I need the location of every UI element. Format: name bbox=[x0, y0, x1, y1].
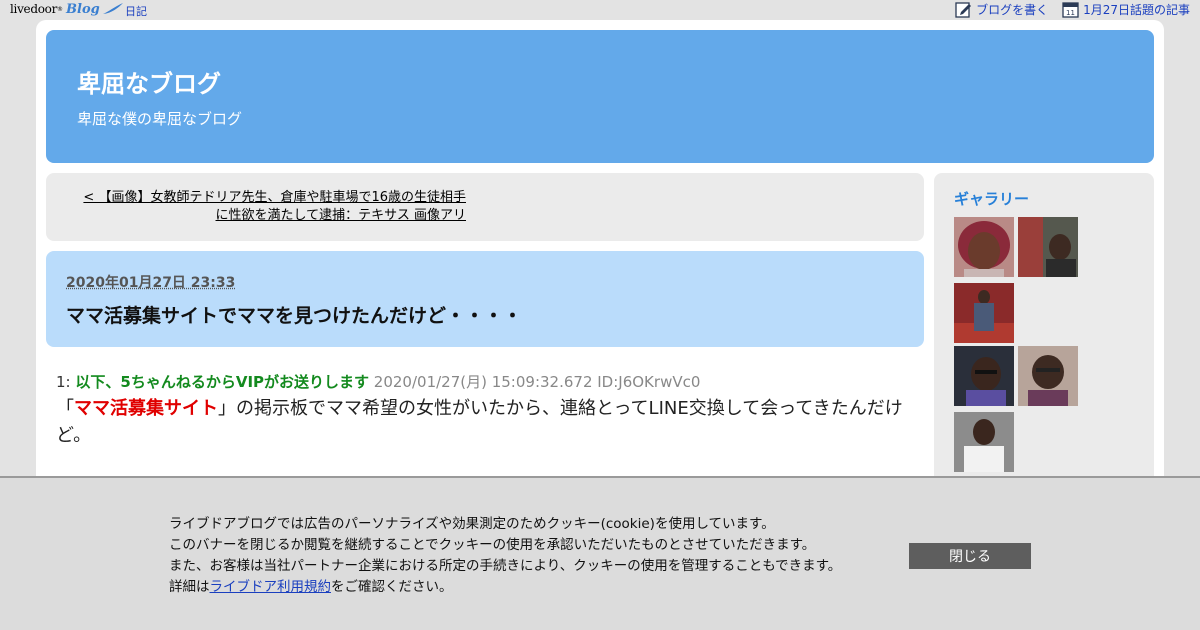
topic-articles-label: 1月27日話題の記事 bbox=[1083, 3, 1190, 17]
blog-header: 卑屈なブログ 卑屈な僕の卑屈なブログ bbox=[46, 30, 1154, 163]
gallery-thumb-3[interactable] bbox=[954, 283, 1014, 343]
write-blog-label: ブログを書く bbox=[976, 3, 1049, 17]
article-title: ママ活募集サイトでママを見つけたんだけど・・・・ bbox=[66, 305, 523, 327]
pencil-note-icon bbox=[955, 2, 972, 18]
portrait-glasses-car-icon bbox=[954, 346, 1014, 406]
calendar-icon: 11 bbox=[1062, 2, 1079, 18]
cookie-line-2: このバナーを閉じるか閲覧を継続することでクッキーの使用を承認いただいたものとさせ… bbox=[169, 537, 816, 553]
nav-diary-link[interactable]: 日記 bbox=[125, 3, 147, 19]
logo-swoosh-icon bbox=[102, 3, 123, 14]
article-header: 2020年01月27日 23:33 ママ活募集サイトでママを見つけたんだけど・・… bbox=[46, 251, 924, 347]
cookie-notice-text: ライブドアブログでは広告のパーソナライズや効果測定のためクッキー(cookie)… bbox=[169, 514, 841, 598]
portrait-red-hair-icon bbox=[954, 217, 1014, 277]
post-body: 「ママ活募集サイト」の掲示板でママ希望の女性がいたから、連絡とってLINE交換し… bbox=[56, 395, 916, 449]
cookie-line-3: また、お客様は当社パートナー企業における所定の手続きにより、クッキーの使用を管理… bbox=[169, 558, 842, 574]
cookie-line-1: ライブドアブログでは広告のパーソナライズや効果測定のためクッキー(cookie)… bbox=[169, 516, 775, 532]
post-timestamp-id: 2020/01/27(月) 15:09:32.672 ID:J6OKrwVc0 bbox=[373, 373, 701, 391]
top-bar: livedoor ® Blog 日記 ブログを書く 11 1月27日話題の記事 bbox=[0, 0, 1200, 20]
previous-article-line2: に性欲を満たして逮捕：テキサス 画像アリ bbox=[215, 208, 466, 223]
article-date[interactable]: 2020年01月27日 23:33 bbox=[66, 272, 235, 292]
logo-livedoor-text: livedoor bbox=[10, 2, 58, 16]
previous-article-link[interactable]: < 【画像】女教師テドリア先生、倉庫や駐車場で16歳の生徒相手 に性欲を満たして… bbox=[60, 189, 466, 225]
blog-title[interactable]: 卑屈なブログ bbox=[77, 64, 221, 99]
logo-registered-mark: ® bbox=[57, 5, 64, 13]
poster-name: 以下、5ちゃんねるからVIPがお送りします bbox=[75, 373, 370, 391]
post-body-open-bracket: 「 bbox=[56, 398, 74, 419]
terms-of-use-link[interactable]: ライブドア利用規約 bbox=[210, 579, 332, 595]
previous-article-nav: < 【画像】女教師テドリア先生、倉庫や駐車場で16歳の生徒相手 に性欲を満たして… bbox=[46, 173, 924, 241]
portrait-glasses-icon bbox=[1018, 346, 1078, 406]
cookie-line-4: 詳細はライブドア利用規約をご確認ください。 bbox=[169, 577, 841, 598]
blog-description: 卑屈な僕の卑屈なブログ bbox=[77, 110, 243, 128]
post-meta: 1: 以下、5ちゃんねるからVIPがお送りします 2020/01/27(月) 1… bbox=[56, 371, 700, 392]
portrait-white-shirt-icon bbox=[954, 412, 1014, 472]
top-right-links: ブログを書く 11 1月27日話題の記事 bbox=[955, 1, 1190, 18]
previous-article-line1: < 【画像】女教師テドリア先生、倉庫や駐車場で16歳の生徒相手 bbox=[83, 190, 466, 205]
gallery-thumb-5[interactable] bbox=[1018, 346, 1078, 406]
post-highlight: ママ活募集サイト bbox=[74, 398, 218, 419]
livedoor-blog-logo[interactable]: livedoor ® Blog bbox=[10, 0, 124, 18]
gallery-thumb-2[interactable] bbox=[1018, 217, 1078, 277]
calendar-day-number: 11 bbox=[1066, 9, 1075, 17]
topic-articles-link[interactable]: 11 1月27日話題の記事 bbox=[1062, 1, 1190, 18]
gallery-thumb-1[interactable] bbox=[954, 217, 1014, 277]
gallery-title: ギャラリー bbox=[954, 190, 1030, 208]
logo-blog-text: Blog bbox=[66, 1, 100, 17]
cookie-banner: ライブドアブログでは広告のパーソナライズや効果測定のためクッキー(cookie)… bbox=[0, 476, 1200, 630]
portrait-full-body-icon bbox=[954, 283, 1014, 343]
gallery-thumb-6[interactable] bbox=[954, 412, 1014, 472]
cookie-line-4-prefix: 詳細は bbox=[169, 579, 210, 595]
portrait-pair-icon bbox=[1018, 217, 1078, 277]
cookie-line-4-suffix: をご確認ください。 bbox=[331, 579, 453, 595]
post-number: 1: bbox=[56, 373, 71, 391]
cookie-close-button[interactable]: 閉じる bbox=[909, 543, 1031, 569]
write-blog-link[interactable]: ブログを書く bbox=[955, 1, 1048, 18]
gallery-thumb-4[interactable] bbox=[954, 346, 1014, 406]
